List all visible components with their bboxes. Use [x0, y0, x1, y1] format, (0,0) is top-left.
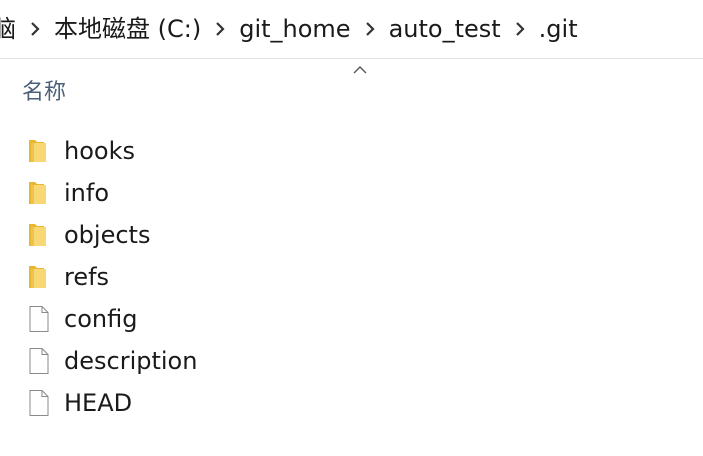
chevron-right-icon[interactable] — [361, 0, 379, 58]
breadcrumb-item-this-pc[interactable]: 脑 — [0, 0, 20, 58]
sort-ascending-icon — [352, 60, 370, 74]
file-name: description — [64, 347, 198, 375]
file-explorer-window: 脑 本地磁盘 (C:) git_home auto_test .git 名称 — [0, 0, 703, 456]
breadcrumb: 脑 本地磁盘 (C:) git_home auto_test .git — [0, 0, 703, 59]
breadcrumb-item-local-disk[interactable]: 本地磁盘 (C:) — [50, 0, 205, 58]
file-list: hooks info objects refs config descripti… — [0, 130, 703, 424]
file-name: hooks — [64, 137, 135, 165]
folder-icon — [26, 137, 52, 165]
file-icon — [26, 347, 52, 375]
breadcrumb-item-auto-test[interactable]: auto_test — [385, 0, 505, 58]
chevron-right-icon[interactable] — [511, 0, 529, 58]
file-icon — [26, 305, 52, 333]
list-item-file[interactable]: HEAD — [0, 382, 703, 424]
list-item-folder[interactable]: refs — [0, 256, 703, 298]
file-name: HEAD — [64, 389, 133, 417]
chevron-right-icon[interactable] — [211, 0, 229, 58]
list-item-folder[interactable]: info — [0, 172, 703, 214]
file-icon — [26, 389, 52, 417]
folder-icon — [26, 263, 52, 291]
file-name: refs — [64, 263, 110, 291]
list-item-file[interactable]: description — [0, 340, 703, 382]
folder-icon — [26, 179, 52, 207]
column-header-name[interactable]: 名称 — [22, 76, 66, 110]
file-name: info — [64, 179, 110, 207]
list-item-folder[interactable]: hooks — [0, 130, 703, 172]
folder-icon — [26, 221, 52, 249]
file-name: objects — [64, 221, 151, 249]
breadcrumb-item-git[interactable]: .git — [535, 0, 582, 58]
file-name: config — [64, 305, 138, 333]
breadcrumb-item-git-home[interactable]: git_home — [235, 0, 354, 58]
list-item-folder[interactable]: objects — [0, 214, 703, 256]
list-item-file[interactable]: config — [0, 298, 703, 340]
chevron-right-icon[interactable] — [26, 0, 44, 58]
